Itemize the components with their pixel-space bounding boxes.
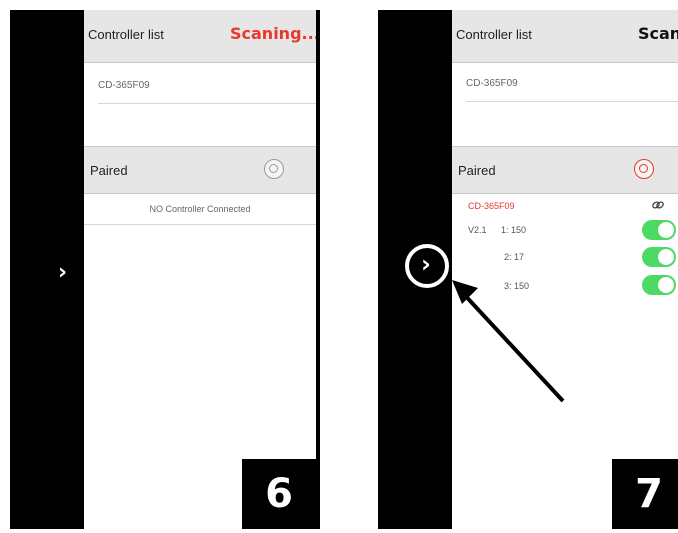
controller-list-item[interactable]: CD-365F09 bbox=[98, 80, 150, 91]
list-divider bbox=[98, 103, 316, 104]
expand-chevron-button[interactable]: › bbox=[405, 244, 449, 288]
controller-list-header: Controller list Scaning... bbox=[84, 10, 316, 63]
app-screen: Controller list Scaning... CD-365F09 Pai… bbox=[84, 10, 320, 529]
app-screen: Controller list Scan CD-365F09 Paired CD… bbox=[452, 10, 678, 529]
channel-3-toggle[interactable] bbox=[642, 275, 676, 295]
expand-chevron-icon[interactable]: › bbox=[58, 260, 67, 285]
link-icon bbox=[652, 201, 664, 209]
paired-device-name[interactable]: CD-365F09 bbox=[468, 201, 515, 211]
list-divider bbox=[84, 224, 316, 225]
controller-list-header: Controller list Scan bbox=[452, 10, 678, 63]
controller-list-title: Controller list bbox=[88, 27, 164, 42]
step-7-panel: Controller list Scan CD-365F09 Paired CD… bbox=[378, 10, 678, 529]
step-6-panel: › Controller list Scaning... CD-365F09 P… bbox=[10, 10, 320, 529]
channel-1-label: 1: 150 bbox=[501, 225, 527, 235]
paired-label: Paired bbox=[458, 163, 496, 178]
paired-label: Paired bbox=[90, 163, 128, 178]
controller-list-item[interactable]: CD-365F09 bbox=[466, 78, 518, 89]
step-number-badge: 7 bbox=[612, 459, 678, 529]
pointer-arrow bbox=[452, 280, 565, 403]
scanning-status: Scaning... bbox=[230, 24, 320, 43]
radar-icon[interactable] bbox=[264, 159, 284, 179]
controller-list-title: Controller list bbox=[456, 27, 532, 42]
step-number-badge: 6 bbox=[242, 459, 316, 529]
no-controller-message: NO Controller Connected bbox=[149, 204, 251, 214]
paired-section-header: Paired bbox=[452, 146, 678, 194]
scanning-status: Scan bbox=[638, 24, 678, 43]
chevron-right-icon: › bbox=[421, 250, 431, 278]
firmware-version: V2.1 bbox=[468, 225, 487, 235]
radar-icon[interactable] bbox=[634, 159, 654, 179]
channel-2-label: 2: 17 bbox=[504, 252, 525, 262]
list-divider bbox=[466, 101, 678, 102]
left-side-strip bbox=[10, 10, 84, 529]
channel-1-toggle[interactable] bbox=[642, 220, 676, 240]
paired-section-header: Paired bbox=[84, 146, 316, 194]
channel-2-toggle[interactable] bbox=[642, 247, 676, 267]
